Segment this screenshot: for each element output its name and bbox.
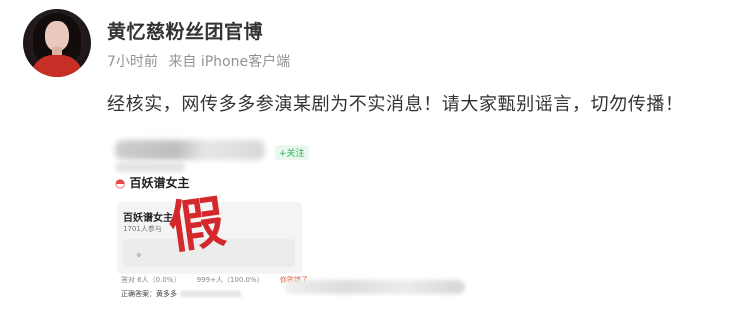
post-time[interactable]: 7小时前 bbox=[107, 54, 158, 70]
follow-tag: +关注 bbox=[275, 145, 309, 160]
blurred-subtext bbox=[115, 162, 185, 172]
weibo-post: 黄忆慈粉丝团官博 7小时前 来自 iPhone客户端 经核实，网传多多参演某剧为… bbox=[0, 0, 749, 312]
answer-row: 正确答案：黄多多 bbox=[121, 289, 241, 299]
topic-line: ◓ 百妖谱女主 bbox=[115, 174, 190, 191]
blurred-username bbox=[115, 140, 265, 160]
answer-blur bbox=[181, 291, 241, 297]
stat-correct: 答对 6人（0.0%） bbox=[121, 276, 181, 284]
post-text: 经核实，网传多多参演某剧为不实消息！请大家甄别谣言，切勿传播！ bbox=[107, 94, 684, 115]
answer-label: 正确答案： bbox=[121, 290, 156, 298]
attached-image[interactable]: +关注 ◓ 百妖谱女主 百妖谱女主 1701人参与 。 答对 6人（0.0%） 9… bbox=[107, 130, 467, 305]
watermark-blur bbox=[285, 280, 465, 294]
stat-wrong: 999+人（100.0%） bbox=[196, 276, 264, 284]
post-meta: 7小时前 来自 iPhone客户端 bbox=[107, 51, 296, 71]
username-link[interactable]: 黄忆慈粉丝团官博 bbox=[107, 17, 263, 44]
avatar[interactable] bbox=[23, 9, 91, 77]
answer-value: 黄多多 bbox=[156, 290, 177, 298]
poll-option-marker: 。 bbox=[137, 248, 147, 259]
watermelon-icon: ◓ bbox=[115, 176, 126, 190]
post-source: 来自 iPhone客户端 bbox=[168, 54, 291, 70]
poll-title: 百妖谱女主 bbox=[123, 213, 173, 224]
topic-text: 百妖谱女主 bbox=[129, 176, 190, 190]
poll-participants: 1701人参与 bbox=[123, 225, 162, 233]
fake-stamp: 假 bbox=[164, 189, 230, 262]
